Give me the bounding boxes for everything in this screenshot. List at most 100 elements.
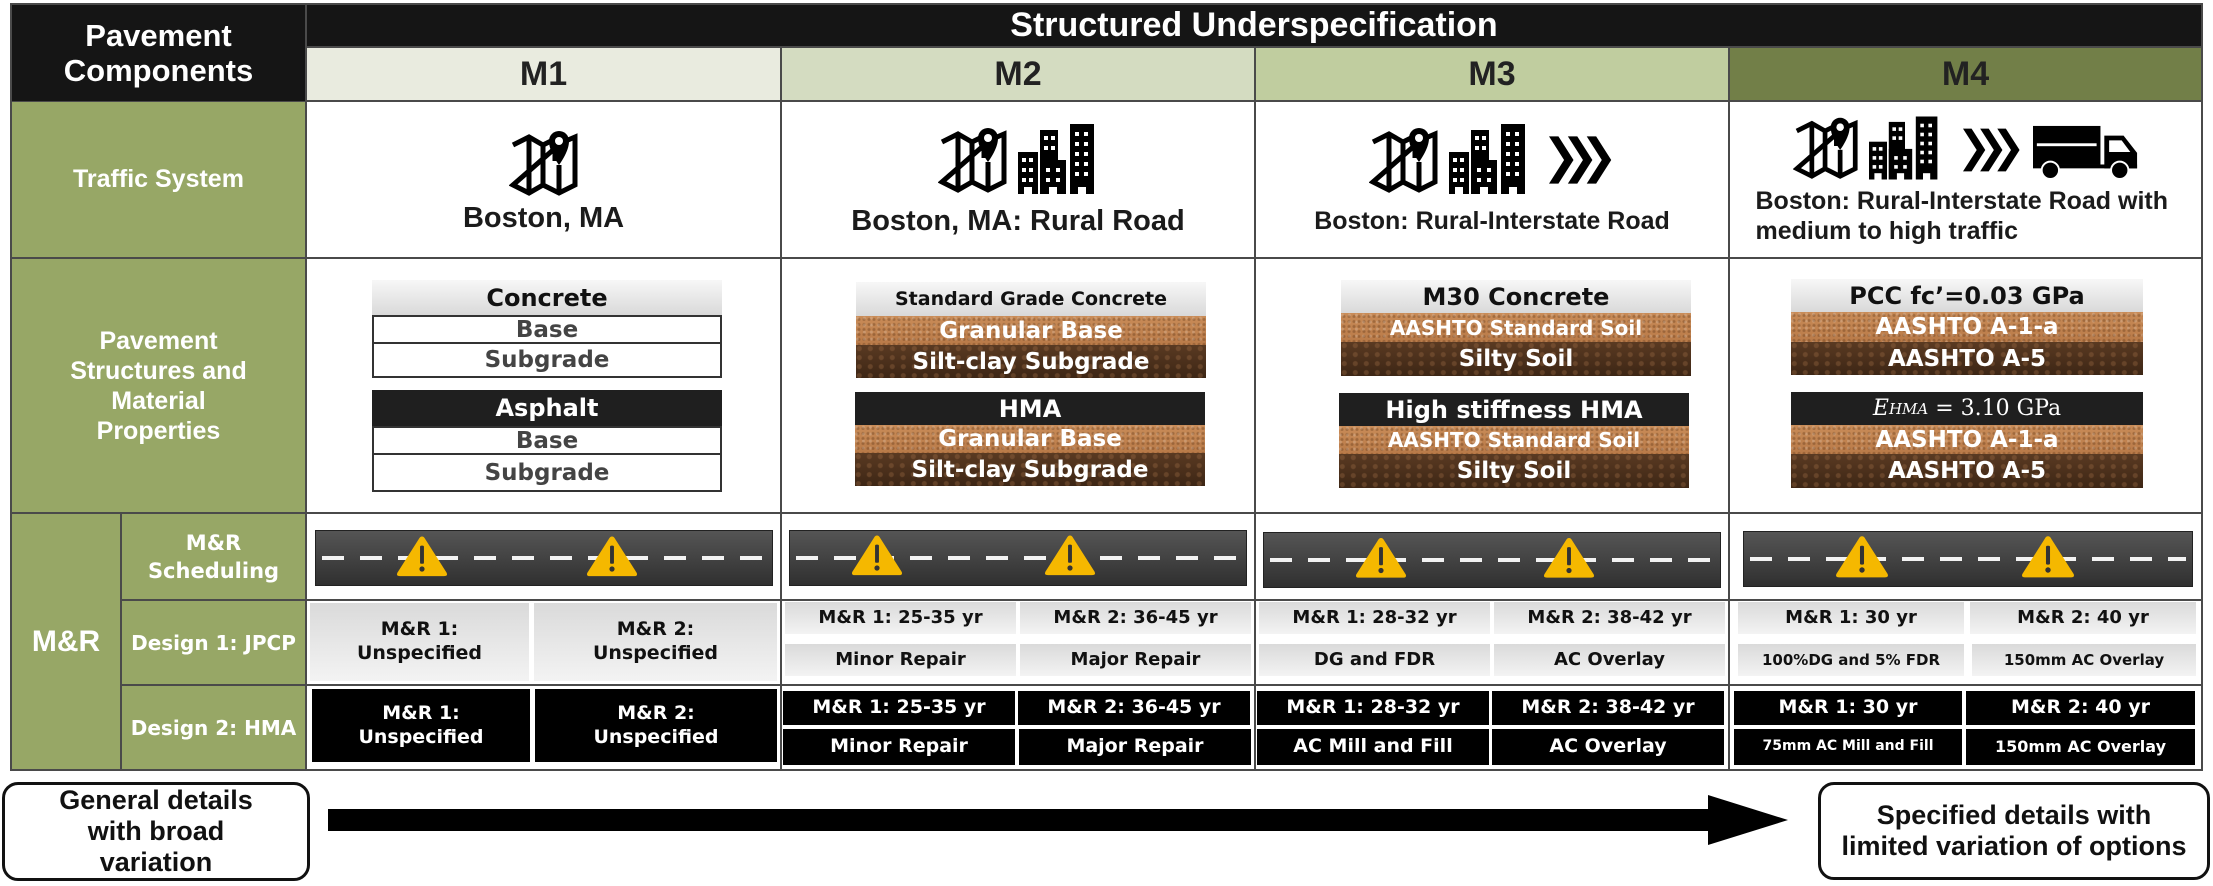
layer-surface: Asphalt	[372, 390, 722, 426]
e-hma-symbol: E	[1872, 396, 1889, 421]
asphalt-stack-m3: High stiffness HMA AASHTO Standard Soil …	[1339, 393, 1689, 488]
design2-m3-mr1-action: AC Mill and Fill	[1257, 729, 1489, 765]
specified-details-box: Specified details with limited variation…	[1818, 782, 2210, 880]
mr-line: M&R 2:	[616, 618, 695, 641]
row-label-text: Pavement Structures and Material Propert…	[70, 326, 247, 445]
mr-line: M&R 1:	[380, 618, 459, 641]
layer-base: Base	[372, 426, 722, 455]
layer-subgrade: Silty Soil	[1341, 342, 1691, 376]
design1-m2-mr2-time: M&R 2: 36-45 yr	[1020, 602, 1251, 634]
mr-line: M&R 2:	[617, 701, 695, 724]
design2-m2-mr1-time: M&R 1: 25-35 yr	[783, 691, 1015, 725]
design1-m3-mr1-time: M&R 1: 28-32 yr	[1259, 602, 1490, 634]
traffic-cell-m2: Boston, MA: Rural Road	[782, 110, 1254, 250]
level-label: M3	[1468, 54, 1516, 93]
asphalt-stack-m2: HMA Granular Base Silt-clay Subgrade	[855, 392, 1205, 486]
layer-base: AASHTO A-1-a	[1791, 312, 2143, 342]
title-text: Structured Underspecification	[1010, 6, 1498, 44]
traffic-label: Boston, MA: Rural Road	[851, 205, 1185, 237]
map-pin-icon	[509, 127, 579, 197]
level-label: M4	[1941, 54, 1990, 93]
layer-base: AASHTO Standard Soil	[1341, 313, 1691, 342]
row-label-text: Design 1: JPCP	[131, 630, 296, 655]
layer-surface: HMA	[855, 392, 1205, 425]
design1-m2-mr1-action: Minor Repair	[785, 644, 1016, 676]
general-details-box: General details with broad variation	[2, 782, 310, 881]
layer-surface: Standard Grade Concrete	[856, 282, 1206, 316]
design2-m1-mr2: M&R 2: Unspecified	[535, 689, 777, 762]
warning-icon	[396, 528, 448, 584]
lane-dashes	[1750, 557, 2186, 561]
layer-subgrade: Subgrade	[372, 455, 722, 492]
traffic-cell-m3: Boston: Rural-Interstate Road	[1256, 110, 1728, 250]
level-label: M2	[994, 54, 1042, 93]
warning-icon	[851, 526, 903, 584]
progression-arrow-icon	[328, 795, 1788, 845]
mr-line: Unspecified	[593, 725, 719, 748]
design1-m1-mr1: M&R 1: Unspecified	[310, 603, 529, 681]
lane-dashes	[1270, 558, 1714, 562]
layer-base: Base	[372, 315, 722, 344]
level-header-m3: M3	[1256, 48, 1728, 100]
design2-m4-mr2-action: 150mm AC Overlay	[1966, 729, 2195, 765]
design2-m4-mr1-action: 75mm AC Mill and Fill	[1734, 729, 1962, 765]
chevrons-right-icon	[1963, 128, 2023, 172]
buildings-icon	[1018, 124, 1098, 194]
row-label-design2: Design 2: HMA	[122, 686, 305, 769]
traffic-label: Boston: Rural-Interstate Road	[1314, 207, 1670, 235]
e-hma-subscript: HMA	[1888, 399, 1929, 418]
design1-m4-mr2-action: 150mm AC Overlay	[1972, 644, 2196, 676]
layer-surface: High stiffness HMA	[1339, 393, 1689, 426]
design1-m2-mr1-time: M&R 1: 25-35 yr	[785, 602, 1016, 634]
design2-m3-mr2-action: AC Overlay	[1492, 729, 1724, 765]
row-label-traffic-system: Traffic System	[12, 102, 305, 257]
layer-subgrade: AASHTO A-5	[1791, 342, 2143, 375]
traffic-label: Boston, MA	[462, 202, 625, 234]
design1-m3-mr2-time: M&R 2: 38-42 yr	[1494, 602, 1725, 634]
design1-m4-mr1-time: M&R 1: 30 yr	[1738, 602, 1964, 634]
pavement-components-label: Pavement Components	[63, 18, 254, 88]
layer-subgrade: Silt-clay Subgrade	[856, 345, 1206, 378]
concrete-layers-m4: PCC fc’=0.03 GPa AASHTO A-1-a AASHTO A-5	[1791, 279, 2143, 375]
warning-icon	[2021, 528, 2075, 585]
design2-m4-mr2-time: M&R 2: 40 yr	[1966, 691, 2195, 725]
warning-icon	[1543, 529, 1595, 586]
row-label-mr: M&R	[12, 514, 120, 769]
row-label-text: Traffic System	[73, 165, 244, 193]
map-pin-icon	[1369, 124, 1439, 194]
buildings-icon	[1869, 116, 1941, 180]
road-m4	[1743, 531, 2193, 587]
mr-line: Unspecified	[358, 725, 484, 748]
road-m3	[1263, 532, 1721, 588]
level-label: M1	[519, 54, 568, 93]
traffic-cell-m1: Boston, MA	[307, 110, 780, 250]
warning-icon	[1355, 529, 1407, 586]
row-label-text: M&R	[31, 624, 101, 658]
asphalt-stack-m1: Asphalt Base Subgrade	[372, 390, 722, 492]
concrete-layers-m3: M30 Concrete AASHTO Standard Soil Silty …	[1341, 280, 1691, 376]
road-m1	[315, 530, 773, 586]
layer-subgrade: Silt-clay Subgrade	[855, 453, 1205, 486]
design2-m2-mr2-action: Major Repair	[1019, 729, 1251, 765]
row-label-text: Design 2: HMA	[130, 715, 297, 740]
concrete-stack-m2: Standard Grade Concrete Granular Base Si…	[856, 282, 1206, 378]
traffic-cell-m4: Boston: Rural-Interstate Road with mediu…	[1730, 108, 2201, 252]
design1-m2-mr2-action: Major Repair	[1020, 644, 1251, 676]
layer-subgrade: Subgrade	[372, 344, 722, 378]
e-hma-value: = 3.10 GPa	[1928, 396, 2062, 421]
pavement-components-header: Pavement Components	[12, 5, 305, 101]
layer-surface: M30 Concrete	[1341, 280, 1691, 313]
design2-m2-mr2-time: M&R 2: 36-45 yr	[1018, 691, 1250, 725]
design1-m3-mr1-action: DG and FDR	[1259, 644, 1490, 676]
layer-base: Granular Base	[855, 425, 1205, 453]
layer-subgrade: AASHTO A-5	[1791, 454, 2143, 488]
design2-m4-mr1-time: M&R 1: 30 yr	[1734, 691, 1962, 725]
row-label-design1: Design 1: JPCP	[122, 601, 305, 684]
layer-base: Granular Base	[856, 316, 1206, 345]
level-header-m2: M2	[782, 48, 1254, 100]
mr-line: M&R 1:	[382, 701, 460, 724]
mr-line: Unspecified	[356, 642, 483, 664]
layer-surface: PCC fc’=0.03 GPa	[1791, 279, 2143, 312]
design1-m4-mr1-action: 100%DG and 5% FDR	[1738, 644, 1964, 676]
row-label-mr-scheduling: M&R Scheduling	[122, 514, 305, 599]
